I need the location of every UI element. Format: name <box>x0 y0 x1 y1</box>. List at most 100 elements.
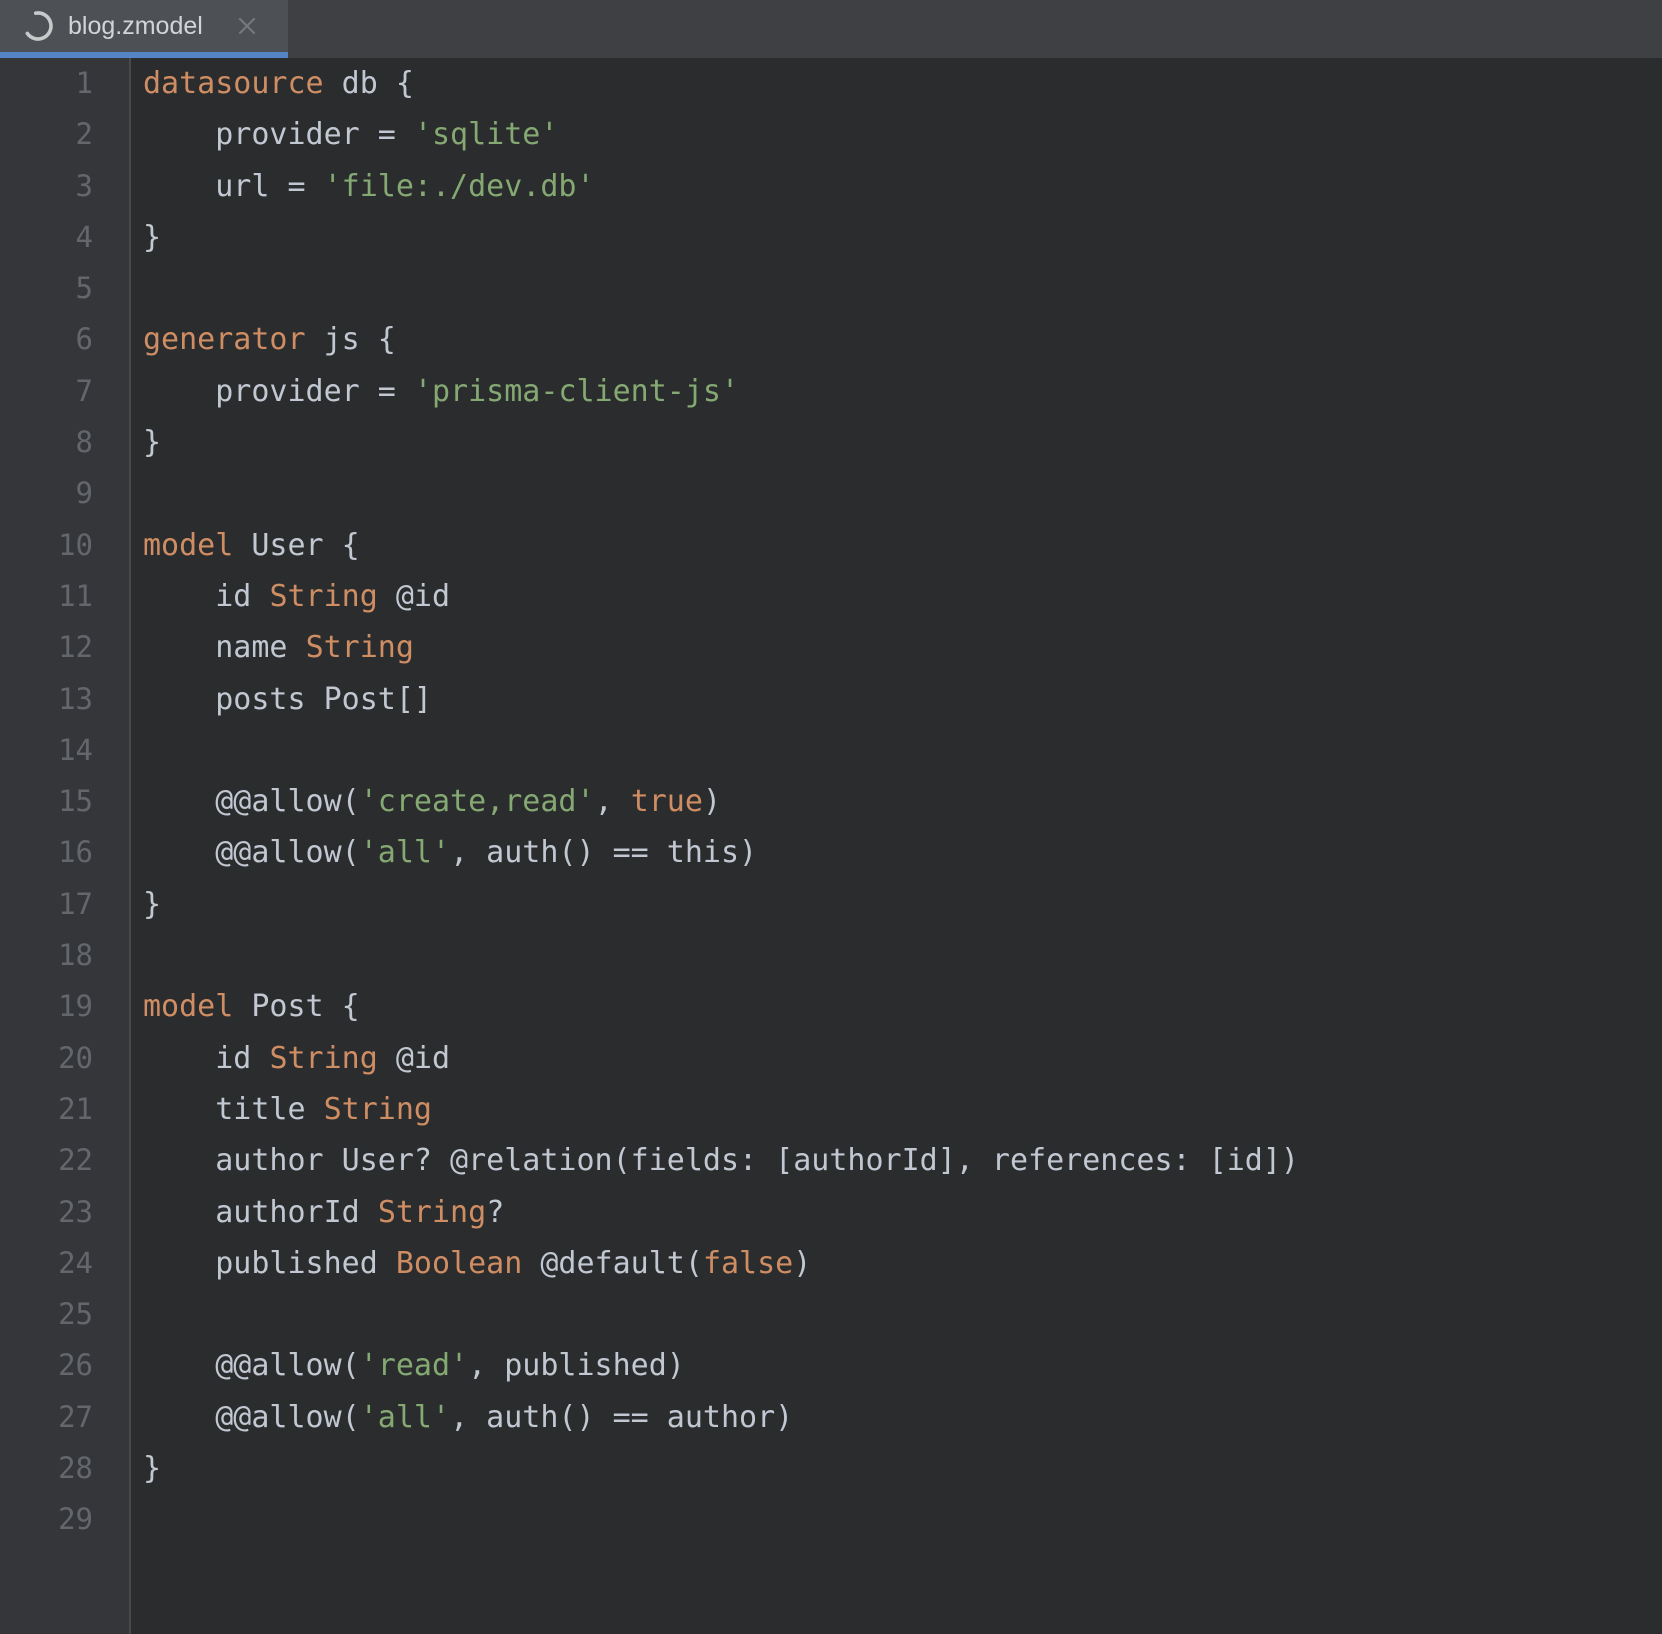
code-line[interactable]: } <box>143 212 1662 263</box>
line-number: 17 <box>0 879 129 930</box>
code-line[interactable]: author User? @relation(fields: [authorId… <box>143 1135 1662 1186</box>
close-icon[interactable] <box>236 15 258 37</box>
line-number: 10 <box>0 520 129 571</box>
code-line[interactable] <box>143 1289 1662 1340</box>
line-number: 24 <box>0 1238 129 1289</box>
code-token-def: db { <box>324 66 414 101</box>
loading-spinner-icon <box>22 10 54 42</box>
line-number: 29 <box>0 1494 129 1545</box>
code-token-type: String <box>269 579 377 614</box>
code-line[interactable] <box>143 263 1662 314</box>
code-line[interactable] <box>143 725 1662 776</box>
code-line[interactable]: datasource db { <box>143 58 1662 109</box>
code-token-const: true <box>631 784 703 819</box>
code-token-kw: generator <box>143 322 306 357</box>
line-number: 15 <box>0 776 129 827</box>
tab-blog-zmodel[interactable]: blog.zmodel <box>0 0 288 58</box>
code-token-def: @@allow( <box>143 1400 360 1435</box>
code-line[interactable] <box>143 468 1662 519</box>
code-line[interactable] <box>143 930 1662 981</box>
code-token-str: 'all' <box>360 1400 450 1435</box>
line-number: 14 <box>0 725 129 776</box>
code-token-def: } <box>143 220 161 255</box>
code-line[interactable]: authorId String? <box>143 1187 1662 1238</box>
code-line[interactable]: published Boolean @default(false) <box>143 1238 1662 1289</box>
code-token-def: , published) <box>468 1348 685 1383</box>
code-line[interactable]: provider = 'sqlite' <box>143 109 1662 160</box>
code-token-def: @id <box>378 1041 450 1076</box>
line-number: 4 <box>0 212 129 263</box>
code-line[interactable]: url = 'file:./dev.db' <box>143 161 1662 212</box>
code-token-type: String <box>378 1195 486 1230</box>
code-line[interactable]: @@allow('all', auth() == author) <box>143 1392 1662 1443</box>
code-token-str: 'create,read' <box>360 784 595 819</box>
line-number: 18 <box>0 930 129 981</box>
code-line[interactable]: @@allow('create,read', true) <box>143 776 1662 827</box>
code-line[interactable]: } <box>143 1443 1662 1494</box>
code-line[interactable]: @@allow('all', auth() == this) <box>143 827 1662 878</box>
code-line[interactable]: name String <box>143 622 1662 673</box>
code-token-def: id <box>143 1041 269 1076</box>
line-number: 27 <box>0 1392 129 1443</box>
code-line[interactable]: } <box>143 417 1662 468</box>
code-line[interactable]: id String @id <box>143 1033 1662 1084</box>
code-line[interactable]: @@allow('read', published) <box>143 1340 1662 1391</box>
editor: 1234567891011121314151617181920212223242… <box>0 58 1662 1634</box>
code-line[interactable]: title String <box>143 1084 1662 1135</box>
line-number: 9 <box>0 468 129 519</box>
code-token-def: , auth() == author) <box>450 1400 793 1435</box>
code-token-type: String <box>324 1092 432 1127</box>
code-token-str: 'file:./dev.db' <box>324 169 595 204</box>
code-token-type: String <box>269 1041 377 1076</box>
code-line[interactable] <box>143 1494 1662 1545</box>
line-number: 11 <box>0 571 129 622</box>
gutter: 1234567891011121314151617181920212223242… <box>0 58 131 1634</box>
line-number: 6 <box>0 314 129 365</box>
code-token-def: url = <box>143 169 324 204</box>
line-number: 26 <box>0 1340 129 1391</box>
code-token-def: ) <box>793 1246 811 1281</box>
code-token-def: ? <box>486 1195 504 1230</box>
code-token-const: false <box>703 1246 793 1281</box>
code-token-def: provider = <box>143 117 414 152</box>
line-number: 16 <box>0 827 129 878</box>
code-token-def: title <box>143 1092 324 1127</box>
code-token-def: provider = <box>143 374 414 409</box>
code-token-def: , <box>595 784 631 819</box>
line-number: 21 <box>0 1084 129 1135</box>
line-number: 20 <box>0 1033 129 1084</box>
line-number: 23 <box>0 1187 129 1238</box>
code-area: datasource db { provider = 'sqlite' url … <box>133 58 1662 1634</box>
tab-bar: blog.zmodel <box>0 0 1662 58</box>
line-number: 22 <box>0 1135 129 1186</box>
code-line[interactable]: provider = 'prisma-client-js' <box>143 366 1662 417</box>
code-token-def: , auth() == this) <box>450 835 757 870</box>
code-token-def: @@allow( <box>143 835 360 870</box>
code-token-def: @@allow( <box>143 1348 360 1383</box>
code-token-def: posts Post[] <box>143 682 432 717</box>
code-token-kw: model <box>143 528 233 563</box>
code-token-str: 'sqlite' <box>414 117 559 152</box>
line-number: 28 <box>0 1443 129 1494</box>
code-line[interactable]: } <box>143 879 1662 930</box>
code-token-def: } <box>143 1451 161 1486</box>
code-line[interactable]: model Post { <box>143 981 1662 1032</box>
line-number: 7 <box>0 366 129 417</box>
code-token-def: } <box>143 887 161 922</box>
code-line[interactable]: generator js { <box>143 314 1662 365</box>
code-token-def: @@allow( <box>143 784 360 819</box>
line-number: 3 <box>0 161 129 212</box>
code-token-kw: datasource <box>143 66 324 101</box>
code-token-type: Boolean <box>396 1246 522 1281</box>
code-token-str: 'prisma-client-js' <box>414 374 739 409</box>
code-token-str: 'read' <box>360 1348 468 1383</box>
code-token-def: @id <box>378 579 450 614</box>
code-line[interactable]: id String @id <box>143 571 1662 622</box>
code-line[interactable]: posts Post[] <box>143 674 1662 725</box>
code-token-def: id <box>143 579 269 614</box>
code-token-kw: model <box>143 989 233 1024</box>
code-line[interactable]: model User { <box>143 520 1662 571</box>
code-token-def: js { <box>306 322 396 357</box>
code-token-def: author User? @relation(fields: [authorId… <box>143 1143 1299 1178</box>
line-number: 12 <box>0 622 129 673</box>
